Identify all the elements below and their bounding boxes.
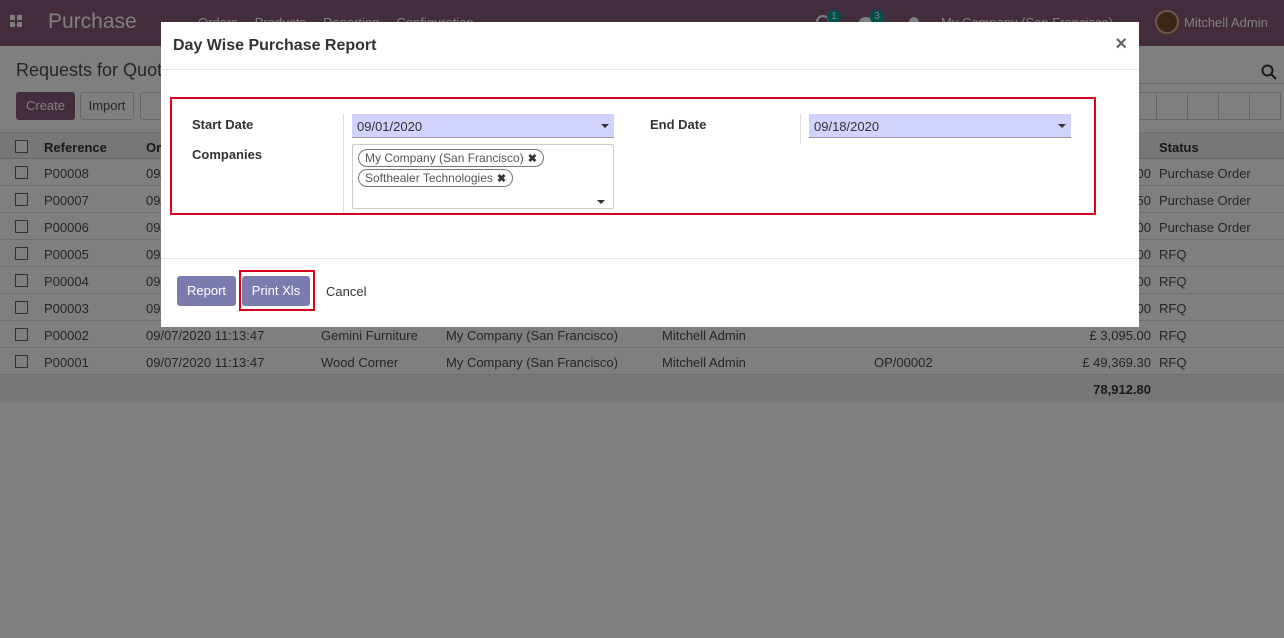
start-date-label: Start Date — [192, 117, 254, 132]
remove-tag-icon[interactable]: ✖ — [497, 173, 506, 185]
companies-label: Companies — [192, 147, 263, 162]
dialog-title: Day Wise Purchase Report — [173, 37, 377, 54]
divider — [800, 114, 801, 144]
chevron-down-icon — [1058, 124, 1066, 128]
report-button[interactable]: Report — [177, 276, 236, 306]
company-tag-label: My Company (San Francisco) — [365, 151, 524, 165]
company-tag: My Company (San Francisco) ✖ — [358, 149, 544, 167]
end-date-value: 09/18/2020 — [814, 119, 880, 134]
start-date-value: 09/01/2020 — [357, 119, 423, 134]
report-dialog: Day Wise Purchase Report × Start Date 09… — [161, 22, 1139, 327]
close-icon[interactable]: × — [1115, 33, 1127, 56]
dialog-header: Day Wise Purchase Report × — [161, 22, 1139, 70]
end-date-field[interactable]: 09/18/2020 — [809, 114, 1071, 138]
dialog-footer: Report Print Xls Cancel — [161, 258, 1139, 327]
divider — [343, 114, 344, 213]
companies-field[interactable]: My Company (San Francisco) ✖ Softhealer T… — [352, 144, 614, 209]
start-date-field[interactable]: 09/01/2020 — [352, 114, 614, 138]
print-xls-button[interactable]: Print Xls — [242, 276, 310, 306]
remove-tag-icon[interactable]: ✖ — [528, 153, 537, 165]
cancel-button[interactable]: Cancel — [326, 284, 366, 299]
chevron-down-icon — [601, 124, 609, 128]
company-tag-label: Softhealer Technologies — [365, 171, 493, 185]
end-date-label: End Date — [650, 117, 707, 132]
chevron-down-icon[interactable] — [597, 200, 605, 204]
company-tag: Softhealer Technologies ✖ — [358, 169, 514, 187]
